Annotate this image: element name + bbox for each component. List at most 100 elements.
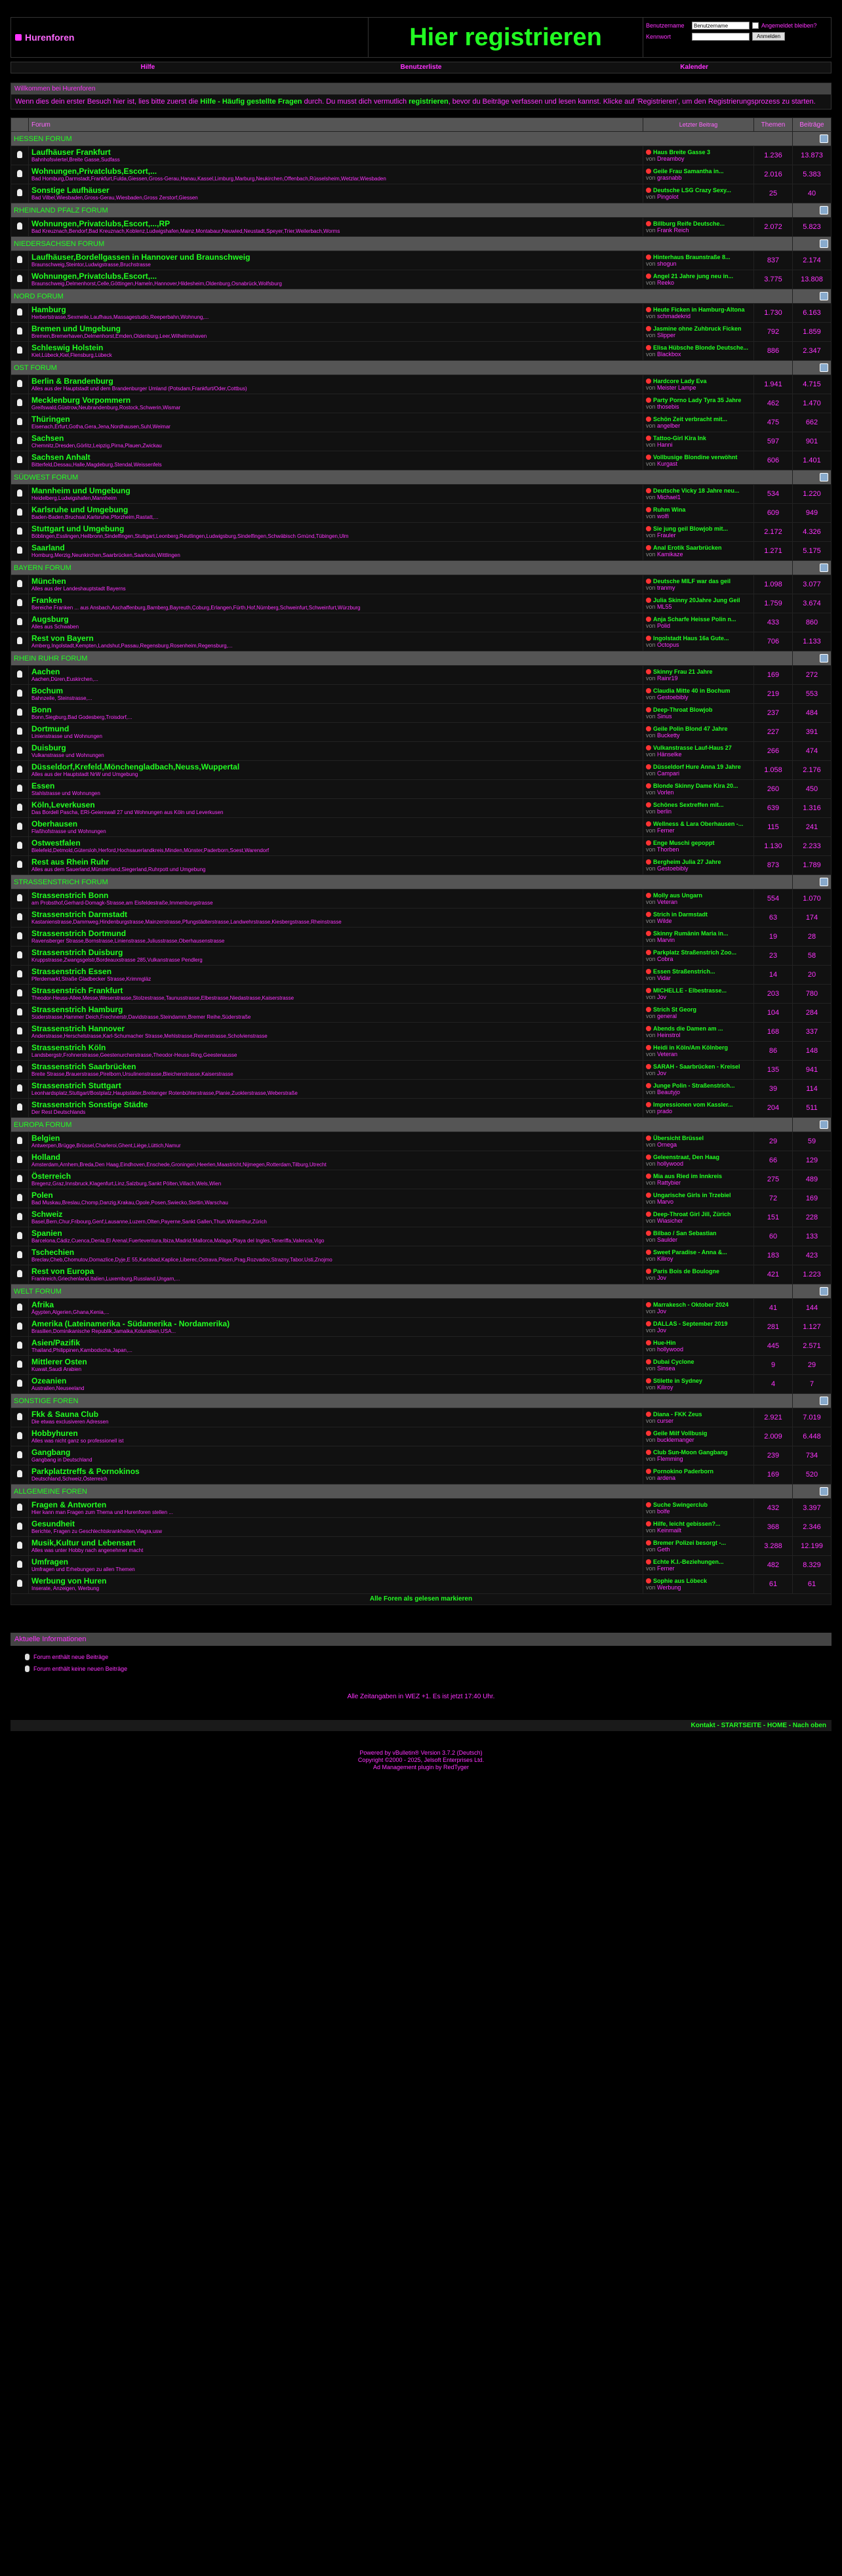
forum-title[interactable]: Franken (31, 596, 640, 605)
author-link[interactable]: Jov (657, 1275, 666, 1281)
author-link[interactable]: Campari (657, 770, 679, 777)
forum-title[interactable]: Wohnungen,Privatclubs,Escort,...,RP (31, 219, 640, 228)
collapse-toggle[interactable] (792, 1484, 832, 1499)
author-link[interactable]: Pingolot (657, 194, 679, 200)
forum-title[interactable]: Köln,Leverkusen (31, 800, 640, 809)
forum-title[interactable]: Bremen und Umgebung (31, 324, 640, 333)
last-post-title[interactable]: Heidi in Köln/Am Kölnberg (646, 1044, 751, 1051)
author-link[interactable]: curser (657, 1418, 673, 1424)
author-link[interactable]: Rattybier (657, 1179, 681, 1186)
collapse-icon[interactable] (820, 292, 828, 300)
category-title[interactable]: Ost Forum (10, 360, 793, 375)
last-post-title[interactable]: Deutsche Vicky 18 Jahre neu... (646, 487, 751, 494)
last-post-title[interactable]: Party Porno Lady Tyra 35 Jahre (646, 397, 751, 403)
forum-title[interactable]: Mannheim und Umgebung (31, 486, 640, 495)
nav-memberlist[interactable]: Benutzerliste (285, 62, 558, 73)
last-post-title[interactable]: Geile Polin Blond 47 Jahre (646, 726, 751, 732)
forum-title[interactable]: Werbung von Huren (31, 1576, 640, 1585)
author-link[interactable]: hollywood (657, 1346, 683, 1353)
last-post-title[interactable]: Deep-Throat Blowjob (646, 706, 751, 713)
author-link[interactable]: Gestoebibly (657, 694, 689, 701)
last-post-title[interactable]: Ruhm Wina (646, 506, 751, 513)
author-link[interactable]: bucklemanger (657, 1437, 694, 1443)
collapse-toggle[interactable] (792, 651, 832, 666)
forum-title[interactable]: Hamburg (31, 305, 640, 314)
forum-title[interactable]: Tschechien (31, 1248, 640, 1257)
register-link[interactable]: registrieren (409, 98, 449, 106)
forum-title[interactable]: Dortmund (31, 724, 640, 733)
author-link[interactable]: Dreamboy (657, 155, 685, 162)
forum-title[interactable]: Bochum (31, 686, 640, 695)
author-link[interactable]: Slipper (657, 332, 675, 338)
last-post-title[interactable]: Bilbao / San Sebastian (646, 1230, 751, 1237)
author-link[interactable]: Meister Lampe (657, 384, 696, 391)
author-link[interactable]: Flemming (657, 1456, 683, 1462)
category-title[interactable]: Strassenstrich Forum (10, 874, 793, 889)
author-link[interactable]: Sinus (657, 713, 672, 720)
forum-title[interactable]: Amerika (Lateinamerika - Südamerika - No… (31, 1319, 640, 1328)
register-banner[interactable]: Hier registrieren (369, 18, 643, 57)
author-link[interactable]: Keinmailt (657, 1527, 681, 1534)
last-post-title[interactable]: Heute Ficken in Hamburg-Altona (646, 306, 751, 313)
author-link[interactable]: Ferner (657, 1565, 675, 1572)
last-post-title[interactable]: Geile Frau Samantha in... (646, 168, 751, 174)
author-link[interactable]: Kurgast (657, 460, 677, 467)
category-title[interactable]: Rheinland Pfalz Forum (10, 203, 793, 218)
forum-title[interactable]: Strassenstrich Sonstige Städte (31, 1100, 640, 1109)
author-link[interactable]: bolfe (657, 1508, 670, 1515)
forum-title[interactable]: Rest von Bayern (31, 634, 640, 643)
forum-title[interactable]: Sachsen (31, 434, 640, 443)
author-link[interactable]: angelber (657, 422, 680, 429)
forum-title[interactable]: Musik,Kultur und Lebensart (31, 1538, 640, 1547)
forum-title[interactable]: Laufhäuser,Bordellgassen in Hannover und… (31, 253, 640, 262)
forum-title[interactable]: Afrika (31, 1300, 640, 1309)
author-link[interactable]: Jov (657, 1308, 666, 1315)
category-title[interactable]: Europa Forum (10, 1117, 793, 1132)
last-post-title[interactable]: Skinny Rumänin Maria in... (646, 930, 751, 937)
last-post-title[interactable]: Sophie aus Löbeck (646, 1578, 751, 1584)
forum-title[interactable]: Ozeanien (31, 1376, 640, 1385)
password-input[interactable] (692, 32, 750, 41)
collapse-icon[interactable] (820, 1397, 828, 1405)
author-link[interactable]: Wiasicher (657, 1217, 683, 1224)
author-link[interactable]: schmadekrid (657, 313, 691, 319)
author-link[interactable]: grasnabb (657, 174, 682, 181)
author-link[interactable]: Octopus (657, 642, 679, 648)
login-button[interactable]: Anmelden (752, 32, 786, 41)
author-link[interactable]: Sinsea (657, 1365, 675, 1372)
last-post-title[interactable]: Pornokino Paderborn (646, 1468, 751, 1475)
forum-title[interactable]: Schweiz (31, 1210, 640, 1219)
author-link[interactable]: Reeko (657, 279, 674, 286)
author-link[interactable]: Thorben (657, 846, 679, 853)
forum-title[interactable]: Berlin & Brandenburg (31, 377, 640, 386)
author-link[interactable]: Werbung (657, 1584, 681, 1591)
last-post-title[interactable]: Angel 21 Jahre jung neu in... (646, 273, 751, 279)
last-post-title[interactable]: Schön Zeit verbracht mit... (646, 416, 751, 422)
collapse-toggle[interactable] (792, 236, 832, 251)
last-post-title[interactable]: Ingolstadt Haus 16a Gute... (646, 635, 751, 642)
collapse-toggle[interactable] (792, 470, 832, 485)
last-post-title[interactable]: Jasmine ohne Zuhbruck Ficken (646, 325, 751, 332)
forum-title[interactable]: Gangbang (31, 1448, 640, 1457)
collapse-icon[interactable] (820, 206, 828, 215)
last-post-title[interactable]: Hinterhaus Braunstraße 8... (646, 254, 751, 260)
author-link[interactable]: wolfi (657, 513, 669, 520)
author-link[interactable]: ardena (657, 1475, 675, 1481)
forum-title[interactable]: Augsburg (31, 615, 640, 624)
forum-title[interactable]: Strassenstrich Dortmund (31, 929, 640, 938)
footer-links[interactable]: Kontakt - STARTSEITE - HOME - Nach oben (10, 1720, 832, 1731)
author-link[interactable]: Ferner (657, 827, 675, 834)
forum-title[interactable]: Gesundheit (31, 1519, 640, 1528)
collapse-toggle[interactable] (792, 560, 832, 575)
author-link[interactable]: Cobra (657, 956, 673, 962)
author-link[interactable]: Bucketty (657, 732, 680, 739)
last-post-title[interactable]: Sweet Paradise - Anna &... (646, 1249, 751, 1256)
author-link[interactable]: Saulder (657, 1237, 677, 1243)
help-link[interactable]: Hilfe - Häufig gestellte Fragen (200, 98, 302, 106)
forum-title[interactable]: Essen (31, 781, 640, 790)
last-post-title[interactable]: Hue-Hin (646, 1339, 751, 1346)
author-link[interactable]: Kiliroy (657, 1256, 673, 1262)
last-post-title[interactable]: Blonde Skinny Dame Kira 20... (646, 783, 751, 789)
collapse-icon[interactable] (820, 134, 828, 143)
author-link[interactable]: Heinstrol (657, 1032, 681, 1038)
